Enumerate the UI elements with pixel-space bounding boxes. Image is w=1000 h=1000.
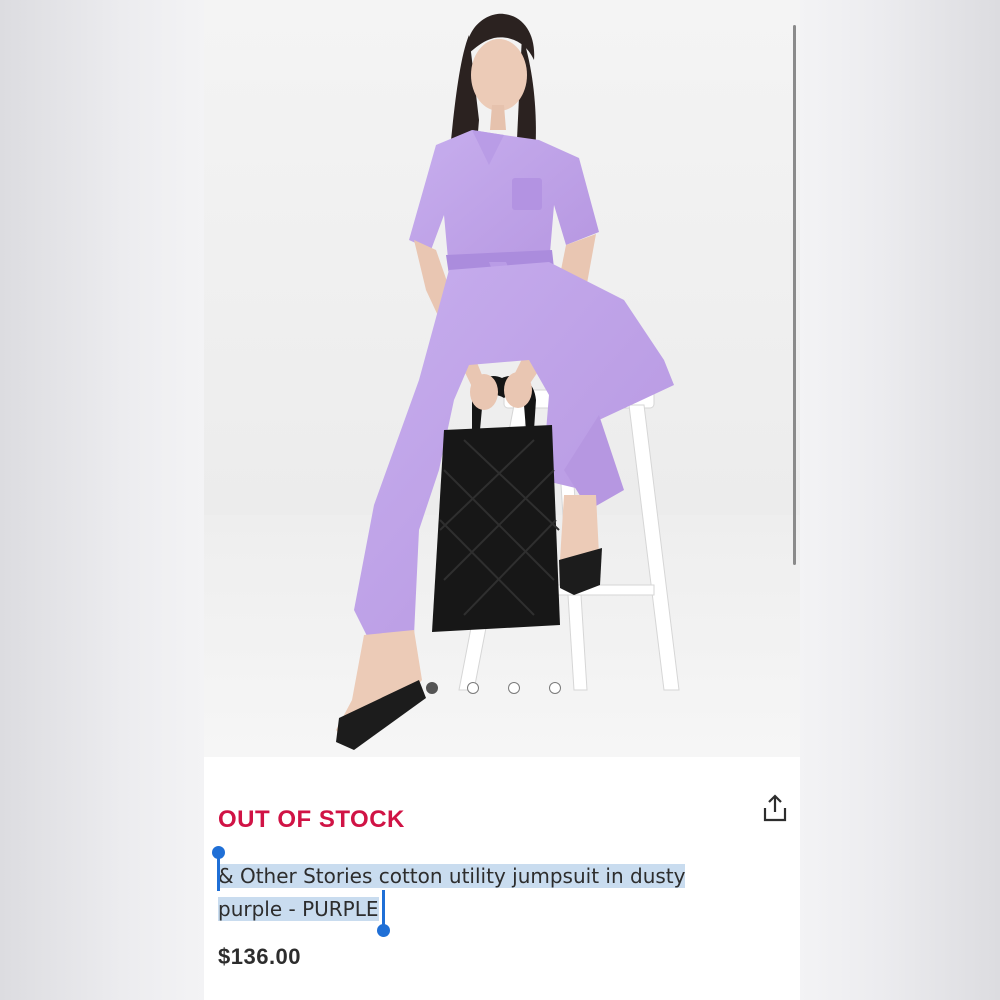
selection-end-caret <box>382 890 385 926</box>
share-button[interactable] <box>761 793 789 823</box>
gallery-pagination <box>426 682 561 694</box>
share-icon <box>763 794 787 822</box>
product-page: OUT OF STOCK & Other Stories cotton util… <box>204 0 800 1000</box>
product-title-line-1: & Other Stories cotton utility jumpsuit … <box>218 864 686 888</box>
product-image[interactable] <box>204 0 800 757</box>
gallery-dot-3[interactable] <box>508 682 520 694</box>
stock-status: OUT OF STOCK <box>218 806 405 833</box>
gallery-dot-4[interactable] <box>549 682 561 694</box>
product-info: OUT OF STOCK & Other Stories cotton util… <box>204 757 800 1000</box>
product-title-line-2: purple - PURPLE <box>218 897 379 921</box>
left-backdrop <box>0 0 204 1000</box>
scrollbar[interactable] <box>793 25 796 565</box>
right-backdrop <box>800 0 1000 1000</box>
selection-end-handle[interactable] <box>377 924 390 937</box>
product-price: $136.00 <box>218 944 302 969</box>
gallery-dot-2[interactable] <box>467 682 479 694</box>
selection-start-caret <box>217 855 220 891</box>
product-title[interactable]: & Other Stories cotton utility jumpsuit … <box>218 860 758 926</box>
gallery-dot-1[interactable] <box>426 682 438 694</box>
product-photo <box>204 0 800 757</box>
